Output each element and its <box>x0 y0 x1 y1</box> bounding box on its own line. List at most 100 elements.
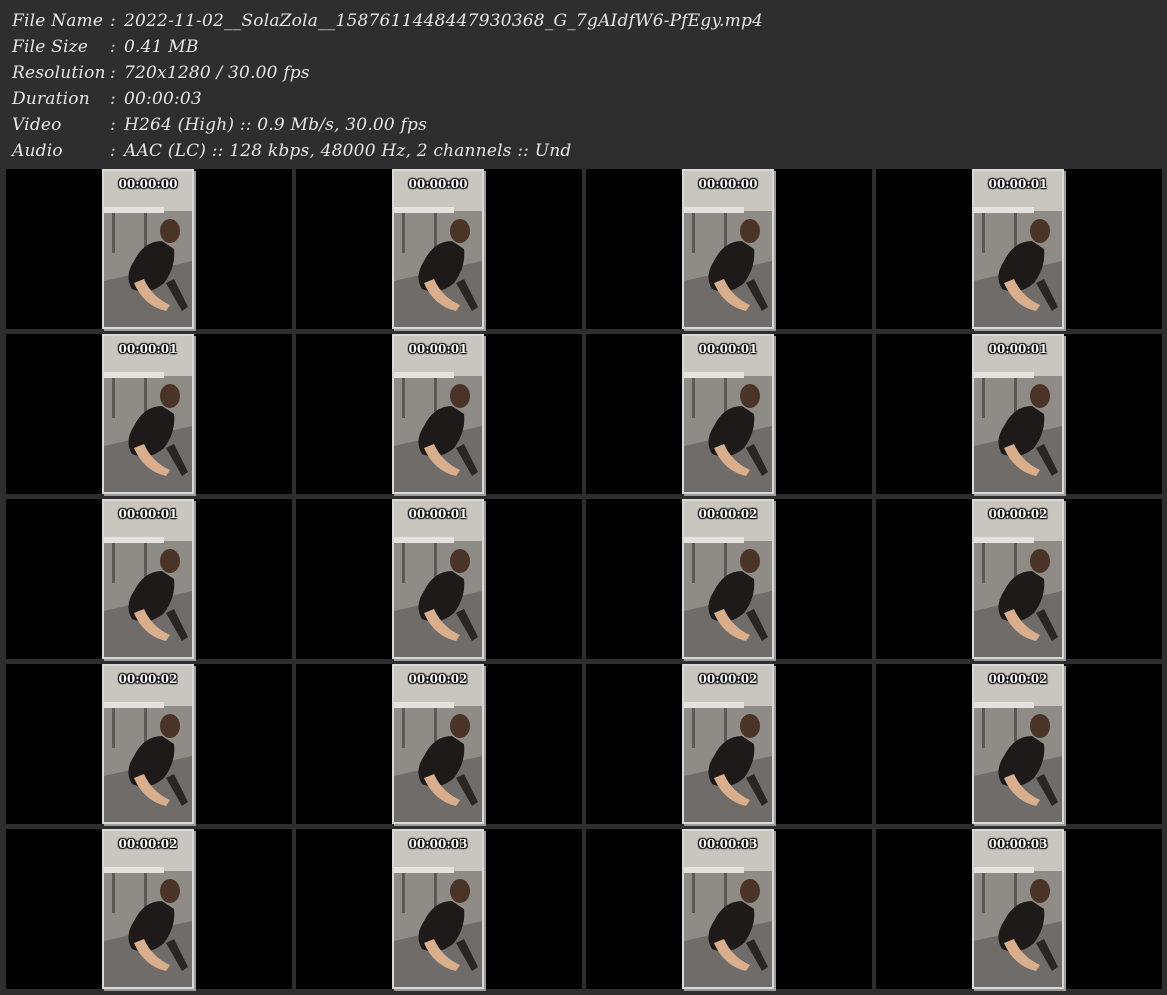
info-value: 0.41 MB <box>124 37 199 57</box>
thumbnail-timecode: 00:00:02 <box>118 672 178 686</box>
video-frame-thumbnail: 00:00:02 <box>102 664 194 824</box>
frame-image <box>104 501 192 657</box>
video-frame-thumbnail: 00:00:02 <box>682 664 774 824</box>
video-frame-thumbnail: 00:00:01 <box>102 499 194 659</box>
info-value: H264 (High) :: 0.9 Mb/s, 30.00 fps <box>124 115 428 135</box>
thumbnail-cell: 00:00:01 <box>6 499 292 659</box>
frame-image <box>394 171 482 327</box>
info-row-file-name: File Name : 2022-11-02__SolaZola__158761… <box>12 8 763 34</box>
thumbnail-cell: 00:00:03 <box>876 829 1162 989</box>
thumbnail-timecode: 00:00:01 <box>118 342 178 356</box>
frame-image <box>684 501 772 657</box>
info-separator: : <box>110 89 116 109</box>
frame-image <box>684 171 772 327</box>
thumbnail-timecode: 00:00:01 <box>698 342 758 356</box>
thumbnail-cell: 00:00:02 <box>6 664 292 824</box>
frame-image <box>104 171 192 327</box>
file-info-panel: File Name : 2022-11-02__SolaZola__158761… <box>12 8 763 164</box>
thumbnail-timecode: 00:00:01 <box>408 507 468 521</box>
thumbnail-timecode: 00:00:02 <box>408 672 468 686</box>
frame-image <box>394 336 482 492</box>
frame-image <box>394 501 482 657</box>
video-frame-thumbnail: 00:00:02 <box>972 499 1064 659</box>
info-row-video: Video : H264 (High) :: 0.9 Mb/s, 30.00 f… <box>12 112 763 138</box>
thumbnail-timecode: 00:00:01 <box>988 342 1048 356</box>
frame-image <box>974 501 1062 657</box>
video-frame-thumbnail: 00:00:01 <box>972 169 1064 329</box>
frame-image <box>974 831 1062 987</box>
video-frame-thumbnail: 00:00:00 <box>392 169 484 329</box>
thumbnail-cell: 00:00:01 <box>876 169 1162 329</box>
thumbnail-cell: 00:00:02 <box>6 829 292 989</box>
thumbnail-cell: 00:00:01 <box>876 334 1162 494</box>
video-frame-thumbnail: 00:00:01 <box>392 499 484 659</box>
frame-image <box>974 171 1062 327</box>
thumbnail-timecode: 00:00:01 <box>408 342 468 356</box>
thumbnail-timecode: 00:00:03 <box>988 837 1048 851</box>
thumbnail-cell: 00:00:00 <box>296 169 582 329</box>
thumbnail-timecode: 00:00:00 <box>698 177 758 191</box>
thumbnail-cell: 00:00:02 <box>876 499 1162 659</box>
info-separator: : <box>110 63 116 83</box>
info-row-duration: Duration : 00:00:03 <box>12 86 763 112</box>
info-label: File Size <box>12 37 89 57</box>
thumbnail-cell: 00:00:03 <box>586 829 872 989</box>
thumbnail-timecode: 00:00:02 <box>698 507 758 521</box>
frame-image <box>974 336 1062 492</box>
thumbnail-cell: 00:00:01 <box>6 334 292 494</box>
video-frame-thumbnail: 00:00:01 <box>972 334 1064 494</box>
frame-image <box>394 666 482 822</box>
info-value: 720x1280 / 30.00 fps <box>124 63 310 83</box>
video-frame-thumbnail: 00:00:03 <box>972 829 1064 989</box>
thumbnail-cell: 00:00:03 <box>296 829 582 989</box>
thumbnail-timecode: 00:00:00 <box>118 177 178 191</box>
info-label: Audio <box>12 141 63 161</box>
info-value: 00:00:03 <box>124 89 202 109</box>
thumbnail-timecode: 00:00:01 <box>118 507 178 521</box>
thumbnail-cell: 00:00:01 <box>586 334 872 494</box>
frame-image <box>394 831 482 987</box>
video-frame-thumbnail: 00:00:01 <box>392 334 484 494</box>
info-row-audio: Audio : AAC (LC) :: 128 kbps, 48000 Hz, … <box>12 138 763 164</box>
frame-image <box>684 336 772 492</box>
video-frame-thumbnail: 00:00:02 <box>102 829 194 989</box>
frame-image <box>684 666 772 822</box>
video-frame-thumbnail: 00:00:01 <box>682 334 774 494</box>
frame-image <box>684 831 772 987</box>
thumbnail-cell: 00:00:01 <box>296 334 582 494</box>
thumbnail-timecode: 00:00:02 <box>988 672 1048 686</box>
frame-image <box>974 666 1062 822</box>
info-label: File Name <box>12 11 104 31</box>
video-frame-thumbnail: 00:00:02 <box>392 664 484 824</box>
video-frame-thumbnail: 00:00:00 <box>102 169 194 329</box>
info-label: Duration <box>12 89 90 109</box>
frame-image <box>104 831 192 987</box>
thumbnail-cell: 00:00:02 <box>876 664 1162 824</box>
video-frame-thumbnail: 00:00:03 <box>682 829 774 989</box>
video-frame-thumbnail: 00:00:00 <box>682 169 774 329</box>
info-value: AAC (LC) :: 128 kbps, 48000 Hz, 2 channe… <box>124 141 572 161</box>
video-frame-thumbnail: 00:00:01 <box>102 334 194 494</box>
thumbnail-cell: 00:00:00 <box>586 169 872 329</box>
thumbnail-timecode: 00:00:02 <box>698 672 758 686</box>
thumbnail-timecode: 00:00:01 <box>988 177 1048 191</box>
thumbnail-timecode: 00:00:02 <box>988 507 1048 521</box>
video-frame-thumbnail: 00:00:02 <box>972 664 1064 824</box>
info-separator: : <box>110 37 116 57</box>
thumbnail-grid: 00:00:00 00:00:00 00:00:00 00:00:01 00:00:01… <box>6 169 1163 991</box>
thumbnail-cell: 00:00:02 <box>586 664 872 824</box>
info-separator: : <box>110 141 116 161</box>
info-label: Resolution <box>12 63 106 83</box>
thumbnail-timecode: 00:00:02 <box>118 837 178 851</box>
info-separator: : <box>110 115 116 135</box>
info-value: 2022-11-02__SolaZola__158761144844793036… <box>124 11 764 31</box>
frame-image <box>104 336 192 492</box>
thumbnail-cell: 00:00:02 <box>586 499 872 659</box>
thumbnail-timecode: 00:00:03 <box>698 837 758 851</box>
thumbnail-timecode: 00:00:00 <box>408 177 468 191</box>
thumbnail-cell: 00:00:00 <box>6 169 292 329</box>
thumbnail-cell: 00:00:01 <box>296 499 582 659</box>
thumbnail-timecode: 00:00:03 <box>408 837 468 851</box>
video-frame-thumbnail: 00:00:02 <box>682 499 774 659</box>
info-label: Video <box>12 115 62 135</box>
